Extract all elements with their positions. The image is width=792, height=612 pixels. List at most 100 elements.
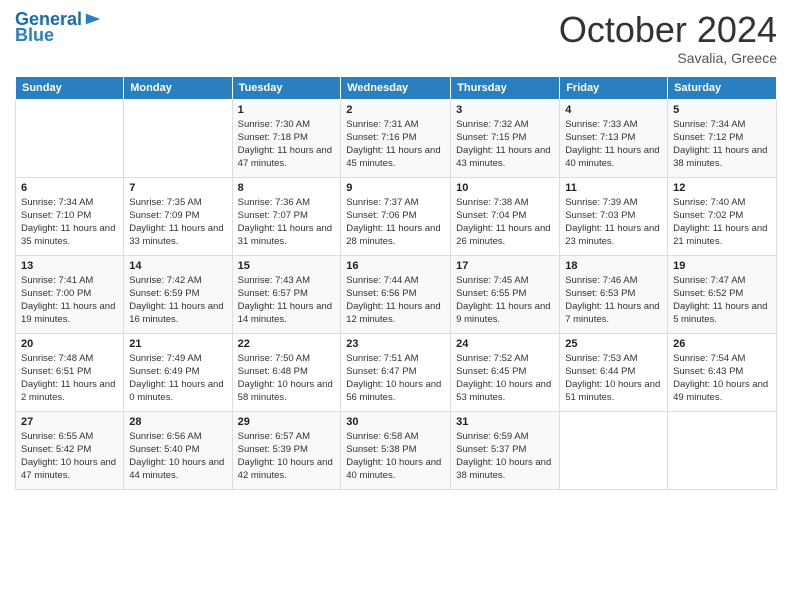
day-cell: 15Sunrise: 7:43 AMSunset: 6:57 PMDayligh… (232, 255, 341, 333)
day-number: 14 (129, 260, 226, 272)
day-cell: 17Sunrise: 7:45 AMSunset: 6:55 PMDayligh… (451, 255, 560, 333)
week-row-5: 27 Sunrise: 6:55 AMSunset: 5:42 PMDayligh… (16, 411, 777, 489)
day-cell: 2 Sunrise: 7:31 AMSunset: 7:16 PMDaylight… (341, 99, 451, 177)
day-info: Sunrise: 7:32 AMSunset: 7:15 PMDaylight:… (456, 118, 554, 171)
day-number: 31 (456, 416, 554, 428)
day-cell: 20 Sunrise: 7:48 AMSunset: 6:51 PMDayligh… (16, 333, 124, 411)
day-info: Sunrise: 7:37 AMSunset: 7:06 PMDaylight:… (346, 196, 445, 249)
day-number: 3 (456, 104, 554, 116)
day-cell: 13 Sunrise: 7:41 AMSunset: 7:00 PMDayligh… (16, 255, 124, 333)
day-info: Sunrise: 7:42 AMSunset: 6:59 PMDaylight:… (129, 274, 226, 327)
calendar-table: Sunday Monday Tuesday Wednesday Thursday… (15, 76, 777, 490)
day-cell (668, 411, 777, 489)
day-cell: 6 Sunrise: 7:34 AMSunset: 7:10 PMDaylight… (16, 177, 124, 255)
day-cell: 29 Sunrise: 6:57 AMSunset: 5:39 PMDayligh… (232, 411, 341, 489)
day-info: Sunrise: 7:33 AMSunset: 7:13 PMDaylight:… (565, 118, 662, 171)
day-info: Sunrise: 7:45 AMSunset: 6:55 PMDaylight:… (456, 274, 554, 327)
day-number: 25 (565, 338, 662, 350)
day-info: Sunrise: 7:43 AMSunset: 6:57 PMDaylight:… (238, 274, 336, 327)
day-number: 7 (129, 182, 226, 194)
day-cell: 16 Sunrise: 7:44 AMSunset: 6:56 PMDayligh… (341, 255, 451, 333)
day-cell: 19 Sunrise: 7:47 AMSunset: 6:52 PMDayligh… (668, 255, 777, 333)
day-number: 20 (21, 338, 118, 350)
day-info: Sunrise: 7:38 AMSunset: 7:04 PMDaylight:… (456, 196, 554, 249)
day-cell: 4 Sunrise: 7:33 AMSunset: 7:13 PMDaylight… (560, 99, 668, 177)
day-cell: 3 Sunrise: 7:32 AMSunset: 7:15 PMDaylight… (451, 99, 560, 177)
logo-blue-text: Blue (15, 26, 54, 46)
day-info: Sunrise: 7:53 AMSunset: 6:44 PMDaylight:… (565, 352, 662, 405)
day-info: Sunrise: 7:41 AMSunset: 7:00 PMDaylight:… (21, 274, 118, 327)
day-info: Sunrise: 7:48 AMSunset: 6:51 PMDaylight:… (21, 352, 118, 405)
day-cell: 26 Sunrise: 7:54 AMSunset: 6:43 PMDayligh… (668, 333, 777, 411)
day-cell: 30 Sunrise: 6:58 AMSunset: 5:38 PMDayligh… (341, 411, 451, 489)
day-cell (16, 99, 124, 177)
col-tuesday: Tuesday (232, 76, 341, 99)
day-cell: 10 Sunrise: 7:38 AMSunset: 7:04 PMDayligh… (451, 177, 560, 255)
day-cell: 24 Sunrise: 7:52 AMSunset: 6:45 PMDayligh… (451, 333, 560, 411)
day-info: Sunrise: 7:51 AMSunset: 6:47 PMDaylight:… (346, 352, 445, 405)
col-friday: Friday (560, 76, 668, 99)
day-info: Sunrise: 7:50 AMSunset: 6:48 PMDaylight:… (238, 352, 336, 405)
day-info: Sunrise: 7:54 AMSunset: 6:43 PMDaylight:… (673, 352, 771, 405)
day-cell: 8Sunrise: 7:36 AMSunset: 7:07 PMDaylight… (232, 177, 341, 255)
month-title: October 2024 (559, 10, 777, 50)
day-number: 18 (565, 260, 662, 272)
day-info: Sunrise: 7:52 AMSunset: 6:45 PMDaylight:… (456, 352, 554, 405)
day-info: Sunrise: 6:58 AMSunset: 5:38 PMDaylight:… (346, 430, 445, 483)
day-cell: 25 Sunrise: 7:53 AMSunset: 6:44 PMDayligh… (560, 333, 668, 411)
header-row: Sunday Monday Tuesday Wednesday Thursday… (16, 76, 777, 99)
day-cell (124, 99, 232, 177)
day-number: 30 (346, 416, 445, 428)
col-sunday: Sunday (16, 76, 124, 99)
logo: General Blue (15, 10, 102, 46)
day-cell: 23 Sunrise: 7:51 AMSunset: 6:47 PMDayligh… (341, 333, 451, 411)
week-row-1: 1 Sunrise: 7:30 AMSunset: 7:18 PMDaylight… (16, 99, 777, 177)
day-info: Sunrise: 6:55 AMSunset: 5:42 PMDaylight:… (21, 430, 118, 483)
day-cell: 5Sunrise: 7:34 AMSunset: 7:12 PMDaylight… (668, 99, 777, 177)
day-number: 28 (129, 416, 226, 428)
header: General Blue October 2024 Savalia, Greec… (15, 10, 777, 66)
day-number: 26 (673, 338, 771, 350)
day-number: 4 (565, 104, 662, 116)
day-number: 23 (346, 338, 445, 350)
day-number: 8 (238, 182, 336, 194)
day-cell: 1 Sunrise: 7:30 AMSunset: 7:18 PMDaylight… (232, 99, 341, 177)
day-info: Sunrise: 6:59 AMSunset: 5:37 PMDaylight:… (456, 430, 554, 483)
day-cell: 9 Sunrise: 7:37 AMSunset: 7:06 PMDaylight… (341, 177, 451, 255)
day-number: 10 (456, 182, 554, 194)
day-number: 13 (21, 260, 118, 272)
day-number: 9 (346, 182, 445, 194)
day-number: 2 (346, 104, 445, 116)
day-info: Sunrise: 7:31 AMSunset: 7:16 PMDaylight:… (346, 118, 445, 171)
day-number: 21 (129, 338, 226, 350)
title-block: October 2024 Savalia, Greece (559, 10, 777, 66)
day-cell: 14 Sunrise: 7:42 AMSunset: 6:59 PMDayligh… (124, 255, 232, 333)
day-info: Sunrise: 7:39 AMSunset: 7:03 PMDaylight:… (565, 196, 662, 249)
day-info: Sunrise: 7:44 AMSunset: 6:56 PMDaylight:… (346, 274, 445, 327)
day-number: 22 (238, 338, 336, 350)
calendar-page: General Blue October 2024 Savalia, Greec… (0, 0, 792, 612)
day-info: Sunrise: 7:30 AMSunset: 7:18 PMDaylight:… (238, 118, 336, 171)
col-thursday: Thursday (451, 76, 560, 99)
day-number: 19 (673, 260, 771, 272)
col-saturday: Saturday (668, 76, 777, 99)
day-cell: 18Sunrise: 7:46 AMSunset: 6:53 PMDayligh… (560, 255, 668, 333)
day-info: Sunrise: 6:57 AMSunset: 5:39 PMDaylight:… (238, 430, 336, 483)
day-cell: 7Sunrise: 7:35 AMSunset: 7:09 PMDaylight… (124, 177, 232, 255)
day-number: 1 (238, 104, 336, 116)
day-number: 12 (673, 182, 771, 194)
day-info: Sunrise: 7:49 AMSunset: 6:49 PMDaylight:… (129, 352, 226, 405)
day-number: 16 (346, 260, 445, 272)
day-number: 27 (21, 416, 118, 428)
day-number: 6 (21, 182, 118, 194)
col-monday: Monday (124, 76, 232, 99)
day-cell: 31 Sunrise: 6:59 AMSunset: 5:37 PMDayligh… (451, 411, 560, 489)
week-row-3: 13 Sunrise: 7:41 AMSunset: 7:00 PMDayligh… (16, 255, 777, 333)
day-info: Sunrise: 7:34 AMSunset: 7:10 PMDaylight:… (21, 196, 118, 249)
day-info: Sunrise: 7:47 AMSunset: 6:52 PMDaylight:… (673, 274, 771, 327)
day-number: 29 (238, 416, 336, 428)
day-info: Sunrise: 6:56 AMSunset: 5:40 PMDaylight:… (129, 430, 226, 483)
day-number: 24 (456, 338, 554, 350)
day-cell: 28 Sunrise: 6:56 AMSunset: 5:40 PMDayligh… (124, 411, 232, 489)
day-cell: 12Sunrise: 7:40 AMSunset: 7:02 PMDayligh… (668, 177, 777, 255)
